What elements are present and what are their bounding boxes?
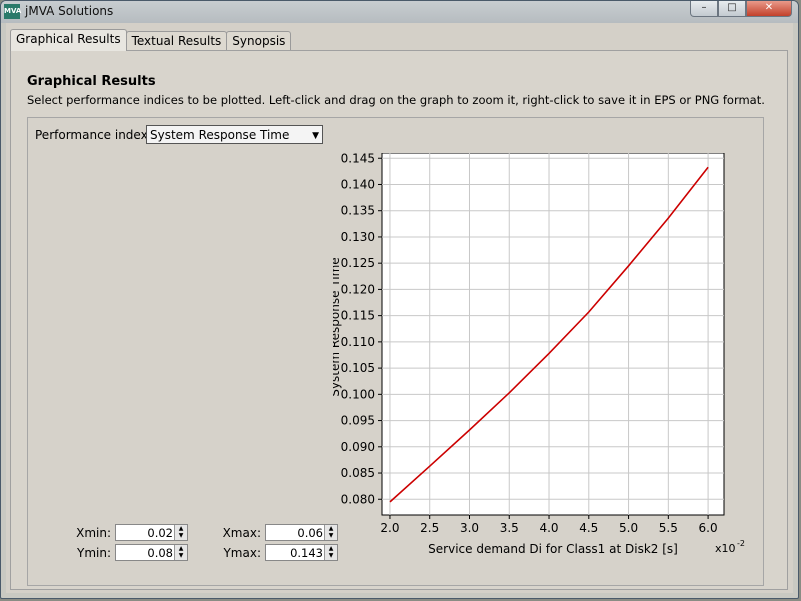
tab-bar: Graphical Results Textual Results Synops… <box>10 29 292 51</box>
x-axis-multiplier-exponent: -2 <box>737 539 745 548</box>
xmax-stepper-icon[interactable]: ▲ ▼ <box>324 525 337 540</box>
x-axis-multiplier: x10 <box>715 542 736 555</box>
y-tick-label: 0.120 <box>341 282 375 296</box>
app-window: MVA jMVA Solutions – □ ✕ Graphical Resul… <box>0 0 799 599</box>
ymin-value: 0.08 <box>147 546 173 560</box>
main-content: Graphical Results Textual Results Synops… <box>6 23 793 593</box>
y-tick-label: 0.100 <box>341 387 375 401</box>
y-tick-label: 0.110 <box>341 335 375 349</box>
y-tick-label: 0.145 <box>341 153 375 165</box>
performance-index-value: System Response Time <box>150 128 290 142</box>
x-tick-label: 2.0 <box>380 521 399 535</box>
panel-instructions: Select performance indices to be plotted… <box>27 93 765 107</box>
performance-index-label: Performance index: <box>35 128 152 142</box>
minimize-button[interactable]: – <box>690 1 718 17</box>
x-tick-label: 5.5 <box>659 521 678 535</box>
xmax-value: 0.06 <box>297 526 323 540</box>
title-bar: MVA jMVA Solutions – □ ✕ <box>1 1 798 23</box>
tab-graphical-results[interactable]: Graphical Results <box>10 29 127 51</box>
xmin-stepper-icon[interactable]: ▲ ▼ <box>174 525 187 540</box>
app-logo-icon: MVA <box>4 4 21 19</box>
y-tick-label: 0.090 <box>341 440 375 454</box>
y-tick-label: 0.140 <box>341 177 375 191</box>
ymax-spinner[interactable]: 0.143 ▲ ▼ <box>265 544 338 561</box>
y-tick-label: 0.105 <box>341 361 375 375</box>
ymin-label: Ymin: <box>76 546 111 560</box>
ymin-spinner[interactable]: 0.08 ▲ ▼ <box>115 544 188 561</box>
tab-synopsis[interactable]: Synopsis <box>226 31 292 51</box>
graphical-results-panel: Graphical Results Select performance ind… <box>10 50 788 590</box>
ymax-label: Ymax: <box>223 546 261 560</box>
x-tick-label: 6.0 <box>699 521 718 535</box>
ymax-value: 0.143 <box>290 546 323 560</box>
xmin-spinner[interactable]: 0.02 ▲ ▼ <box>115 524 188 541</box>
x-tick-label: 3.0 <box>460 521 479 535</box>
y-axis-label: System Response Time <box>333 257 342 396</box>
xmax-spinner[interactable]: 0.06 ▲ ▼ <box>265 524 338 541</box>
maximize-button[interactable]: □ <box>718 1 746 17</box>
x-tick-label: 5.0 <box>619 521 638 535</box>
x-axis-label: Service demand Di for Class1 at Disk2 [s… <box>428 542 678 556</box>
chevron-down-icon: ▼ <box>312 131 319 141</box>
y-tick-label: 0.115 <box>341 309 375 323</box>
x-tick-label: 4.0 <box>539 521 558 535</box>
x-tick-label: 2.5 <box>420 521 439 535</box>
plot-area <box>381 153 725 516</box>
xmax-label: Xmax: <box>222 526 261 540</box>
plot-group: Performance index: System Response Time … <box>27 117 764 586</box>
panel-heading: Graphical Results <box>27 74 156 89</box>
y-tick-label: 0.080 <box>341 492 375 506</box>
window-title: jMVA Solutions <box>25 4 114 18</box>
y-tick-label: 0.135 <box>341 204 375 218</box>
xmin-label: Xmin: <box>76 526 111 540</box>
close-button[interactable]: ✕ <box>746 1 792 17</box>
y-tick-label: 0.085 <box>341 466 375 480</box>
x-tick-label: 4.5 <box>579 521 598 535</box>
x-tick-label: 3.5 <box>500 521 519 535</box>
y-tick-label: 0.095 <box>341 414 375 428</box>
ymin-stepper-icon[interactable]: ▲ ▼ <box>174 545 187 560</box>
response-time-chart[interactable]: 2.0 2.5 3.0 3.5 4.0 4.5 5.0 5.5 6.0 0.080 0.085 0.… <box>333 153 763 578</box>
ymax-stepper-icon[interactable]: ▲ ▼ <box>324 545 337 560</box>
y-tick-label: 0.130 <box>341 230 375 244</box>
xmin-value: 0.02 <box>147 526 173 540</box>
y-tick-label: 0.125 <box>341 256 375 270</box>
performance-index-select[interactable]: System Response Time ▼ <box>146 125 323 144</box>
tab-textual-results[interactable]: Textual Results <box>125 31 228 51</box>
